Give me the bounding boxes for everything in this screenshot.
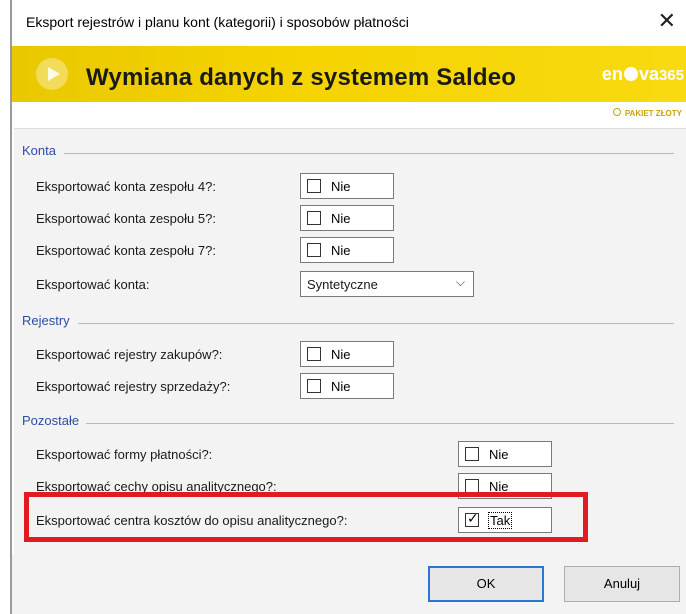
options-panel: Konta Eksportować konta zespołu 4?: Nie …: [14, 128, 686, 555]
section-konta-divider: [64, 153, 674, 154]
window-title: Eksport rejestrów i planu kont (kategori…: [26, 14, 409, 30]
rejestry-sprzedazy-value: Nie: [331, 379, 351, 394]
title-bar: Eksport rejestrów i planu kont (kategori…: [12, 0, 686, 46]
chevron-down-icon: ⌵: [455, 275, 465, 289]
section-rejestry-title: Rejestry: [22, 313, 70, 328]
section-rejestry-divider: [78, 323, 674, 324]
konta-7-value: Nie: [331, 243, 351, 258]
konta-type-select[interactable]: Syntetyczne ⌵: [300, 271, 474, 297]
formy-platnosci-value: Nie: [489, 447, 509, 462]
konta-5-field[interactable]: Nie: [300, 205, 394, 231]
enova-logo: en va365: [602, 64, 684, 85]
rejestry-sprzedazy-label: Eksportować rejestry sprzedaży?:: [36, 379, 231, 394]
logo-text-right: va: [638, 64, 659, 84]
logo-play-icon: [623, 67, 638, 81]
konta-type-value: Syntetyczne: [307, 277, 378, 292]
dialog-footer: OK Anuluj: [12, 554, 686, 614]
logo-number: 365: [658, 67, 684, 84]
konta-5-value: Nie: [331, 211, 351, 226]
header-banner: Wymiana danych z systemem Saldeo en va365…: [12, 46, 686, 120]
konta-7-label: Eksportować konta zespołu 7?:: [36, 243, 216, 258]
konta-5-checkbox[interactable]: [307, 211, 321, 225]
section-pozostale-title: Pozostałe: [22, 413, 80, 428]
section-pozostale-divider: [86, 423, 674, 424]
konta-type-label: Eksportować konta:: [36, 277, 150, 292]
konta-4-label: Eksportować konta zespołu 4?:: [36, 179, 216, 194]
konta-7-checkbox[interactable]: [307, 243, 321, 257]
rejestry-zakupow-field[interactable]: Nie: [300, 341, 394, 367]
package-badge: PAKIET ZŁOTY: [612, 108, 682, 118]
formy-platnosci-label: Eksportować formy płatności?:: [36, 447, 213, 462]
rejestry-zakupow-value: Nie: [331, 347, 351, 362]
cancel-button[interactable]: Anuluj: [564, 566, 680, 602]
konta-4-field[interactable]: Nie: [300, 173, 394, 199]
konta-4-checkbox[interactable]: [307, 179, 321, 193]
banner-bottom: [12, 102, 686, 120]
konta-5-label: Eksportować konta zespołu 5?:: [36, 211, 216, 226]
rejestry-sprzedazy-checkbox[interactable]: [307, 379, 321, 393]
cechy-opisu-checkbox[interactable]: [465, 479, 479, 493]
rejestry-sprzedazy-field[interactable]: Nie: [300, 373, 394, 399]
banner-heading: Wymiana danych z systemem Saldeo: [86, 64, 517, 91]
konta-7-field[interactable]: Nie: [300, 237, 394, 263]
close-icon[interactable]: ✕: [658, 8, 676, 34]
logo-text-left: en: [601, 64, 623, 84]
badge-text: PAKIET ZŁOTY: [624, 109, 682, 118]
konta-4-value: Nie: [331, 179, 351, 194]
formy-platnosci-field[interactable]: Nie: [458, 441, 552, 467]
ok-button[interactable]: OK: [428, 566, 544, 602]
formy-platnosci-checkbox[interactable]: [465, 447, 479, 461]
highlight-box: [24, 492, 588, 542]
rejestry-zakupow-checkbox[interactable]: [307, 347, 321, 361]
play-icon: [36, 58, 68, 90]
badge-icon: [612, 108, 621, 116]
rejestry-zakupow-label: Eksportować rejestry zakupów?:: [36, 347, 223, 362]
section-konta-title: Konta: [22, 143, 56, 158]
